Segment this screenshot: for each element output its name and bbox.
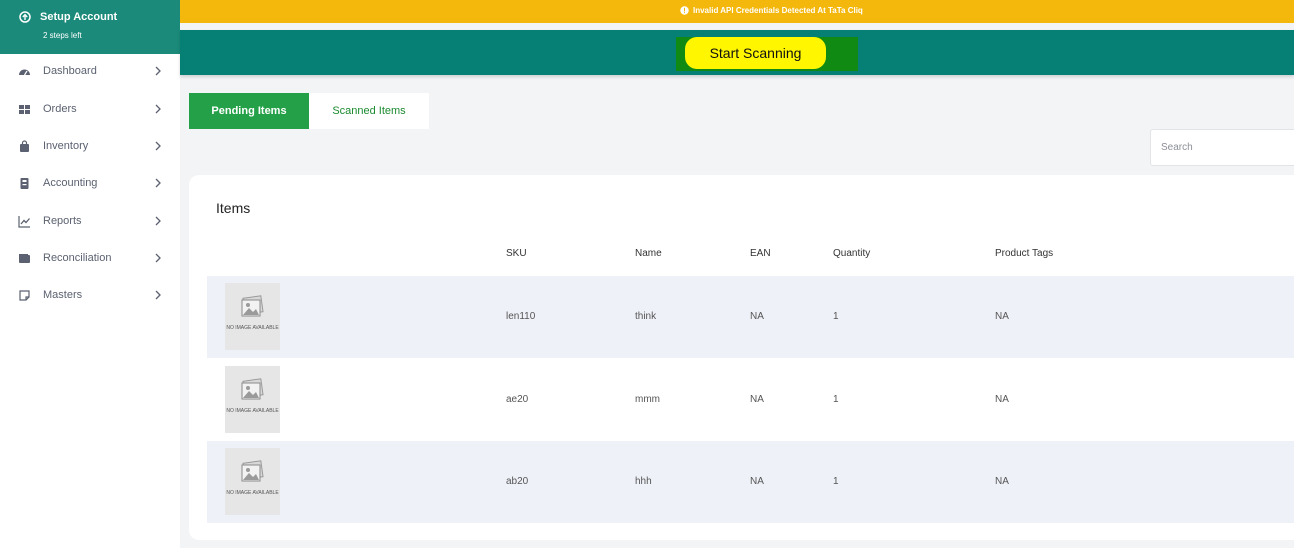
bag-icon xyxy=(20,140,29,152)
chart-icon xyxy=(18,216,30,228)
chevron-right-icon xyxy=(155,216,161,226)
image-placeholder-icon xyxy=(241,460,264,482)
setup-account-title: Setup Account xyxy=(40,11,118,23)
cell-ean: NA xyxy=(750,394,764,405)
no-image-label: NO IMAGE AVAILABLE xyxy=(226,325,279,331)
sidebar-item-accounting[interactable]: Accounting xyxy=(0,169,180,199)
arrow-up-circle-icon xyxy=(19,11,31,23)
sidebar: Setup Account 2 steps left Dashboard Ord… xyxy=(0,0,180,548)
chevron-right-icon xyxy=(155,141,161,151)
setup-account-banner[interactable]: Setup Account 2 steps left xyxy=(0,0,180,54)
note-icon xyxy=(19,290,30,301)
sidebar-item-label: Reconciliation xyxy=(43,252,112,264)
column-header-name: Name xyxy=(635,248,662,259)
setup-steps-left: 2 steps left xyxy=(43,31,82,40)
cell-product-tags: NA xyxy=(995,476,1009,487)
items-card: Items SKU Name EAN Quantity Product Tags… xyxy=(189,175,1294,540)
column-header-product-tags: Product Tags xyxy=(995,248,1054,259)
sidebar-item-label: Masters xyxy=(43,289,83,301)
sidebar-item-label: Reports xyxy=(43,215,82,227)
info-icon xyxy=(680,6,689,15)
cell-name: think xyxy=(635,311,657,322)
scan-button-wrapper: Start Scanning xyxy=(676,37,858,71)
cell-quantity: 1 xyxy=(833,476,839,487)
sidebar-item-masters[interactable]: Masters xyxy=(0,281,180,311)
image-placeholder-icon xyxy=(241,378,264,400)
sidebar-item-label: Orders xyxy=(43,103,77,115)
cell-ean: NA xyxy=(750,476,764,487)
no-image-label: NO IMAGE AVAILABLE xyxy=(226,408,279,414)
cell-sku: ab20 xyxy=(506,476,529,487)
wallet-icon xyxy=(19,254,30,263)
cell-sku: ae20 xyxy=(506,394,529,405)
table-row[interactable]: NO IMAGE AVAILABLE ae20 mmm NA 1 NA xyxy=(207,358,1294,441)
start-scanning-button[interactable]: Start Scanning xyxy=(685,37,826,69)
chevron-right-icon xyxy=(155,253,161,263)
cell-name: mmm xyxy=(635,394,660,405)
sidebar-item-dashboard[interactable]: Dashboard xyxy=(0,57,180,87)
cell-quantity: 1 xyxy=(833,311,839,322)
chevron-right-icon xyxy=(155,66,161,76)
sidebar-item-reconciliation[interactable]: Reconciliation xyxy=(0,244,180,274)
column-header-sku: SKU xyxy=(506,248,527,259)
cell-product-tags: NA xyxy=(995,311,1009,322)
column-header-ean: EAN xyxy=(750,248,771,259)
grid-icon xyxy=(19,105,30,114)
tab-pending-items[interactable]: Pending Items xyxy=(189,93,309,129)
chevron-right-icon xyxy=(155,290,161,300)
cell-product-tags: NA xyxy=(995,394,1009,405)
search-input[interactable] xyxy=(1150,129,1294,166)
no-image-label: NO IMAGE AVAILABLE xyxy=(226,490,279,496)
cell-ean: NA xyxy=(750,311,764,322)
sidebar-item-label: Inventory xyxy=(43,140,89,152)
table-row[interactable]: NO IMAGE AVAILABLE ab20 hhh NA 1 NA xyxy=(207,441,1294,523)
scan-toolbar: Start Scanning xyxy=(180,30,1294,75)
items-title: Items xyxy=(216,200,251,216)
cell-sku: len110 xyxy=(506,311,536,322)
cell-quantity: 1 xyxy=(833,394,839,405)
sidebar-item-label: Accounting xyxy=(43,177,98,189)
product-thumbnail: NO IMAGE AVAILABLE xyxy=(225,366,280,433)
alert-banner: Invalid API Credentials Detected At TaTa… xyxy=(180,0,1294,23)
chevron-right-icon xyxy=(155,104,161,114)
product-thumbnail: NO IMAGE AVAILABLE xyxy=(225,448,280,515)
tab-scanned-items[interactable]: Scanned Items xyxy=(309,93,429,129)
ledger-icon xyxy=(20,178,29,189)
dashboard-icon xyxy=(19,69,30,76)
sidebar-item-orders[interactable]: Orders xyxy=(0,95,180,125)
chevron-right-icon xyxy=(155,178,161,188)
sidebar-item-reports[interactable]: Reports xyxy=(0,207,180,237)
image-placeholder-icon xyxy=(241,295,264,317)
product-thumbnail: NO IMAGE AVAILABLE xyxy=(225,283,280,350)
column-header-quantity: Quantity xyxy=(833,248,871,259)
cell-name: hhh xyxy=(635,476,652,487)
table-row[interactable]: NO IMAGE AVAILABLE len110 think NA 1 NA xyxy=(207,276,1294,358)
alert-message: Invalid API Credentials Detected At TaTa… xyxy=(680,6,863,15)
sidebar-item-inventory[interactable]: Inventory xyxy=(0,132,180,162)
sidebar-item-label: Dashboard xyxy=(43,65,97,77)
alert-text: Invalid API Credentials Detected At TaTa… xyxy=(693,6,863,15)
